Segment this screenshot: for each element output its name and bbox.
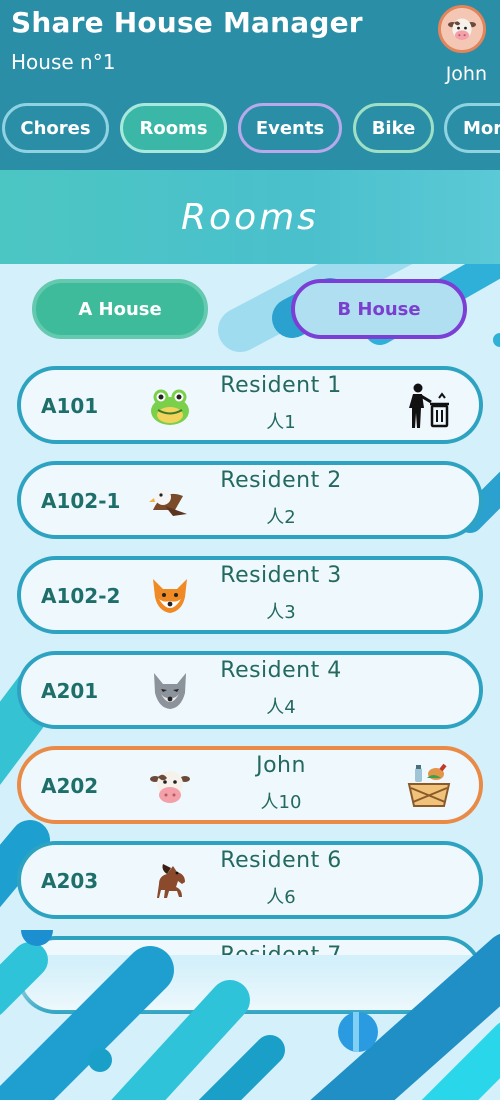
tab-bike[interactable]: Bike	[353, 103, 434, 153]
resident-count: 人3	[266, 602, 296, 623]
room-card[interactable]: A201 Resident 4 人4	[17, 651, 483, 729]
room-number: A102-2	[41, 584, 121, 608]
house-subtitle: House n°1	[11, 50, 116, 74]
grocery-basket-icon	[405, 762, 453, 810]
room-card-current-user[interactable]: A202 John 人10	[17, 746, 483, 824]
resident-name: Resident 4	[220, 658, 342, 683]
resident-count: 人6	[266, 887, 296, 908]
room-card[interactable]: A203 Resident 6 人6	[17, 841, 483, 919]
resident-name: Resident 2	[220, 468, 342, 493]
room-card[interactable]: A101 Resident 1 人1	[17, 366, 483, 444]
tab-label: More	[463, 117, 500, 139]
rooms-heading: Rooms	[181, 196, 319, 238]
resident-count: 人2	[266, 507, 296, 528]
resident-count: 人1	[266, 412, 296, 433]
bottom-decoration	[0, 930, 500, 1100]
resident-name: John	[256, 753, 306, 778]
room-card[interactable]: A102-1 Resident 2 人2	[17, 461, 483, 539]
tab-bar: Chores Rooms Events Bike More	[0, 103, 500, 159]
tab-rooms[interactable]: Rooms	[120, 103, 227, 153]
b-house-button[interactable]: B House	[291, 279, 467, 339]
cow-icon	[441, 8, 483, 50]
resident-count: 人10	[260, 792, 302, 813]
user-name: John	[445, 63, 487, 85]
room-number: A202	[41, 774, 99, 798]
a-house-button[interactable]: A House	[32, 279, 208, 339]
room-number: A201	[41, 679, 99, 703]
room-number: A101	[41, 394, 99, 418]
trash-icon	[405, 382, 453, 430]
tab-chores[interactable]: Chores	[2, 103, 109, 153]
tab-events[interactable]: Events	[238, 103, 342, 153]
tab-label: Events	[255, 117, 325, 139]
tab-more[interactable]: More	[444, 103, 500, 153]
app-header: Share House Manager House n°1 John Chore…	[0, 0, 500, 170]
rooms-banner: Rooms	[0, 170, 500, 264]
room-number: A203	[41, 869, 99, 893]
resident-count: 人4	[266, 697, 296, 718]
resident-name: Resident 6	[220, 848, 342, 873]
tab-label: Bike	[371, 117, 416, 139]
resident-name: Resident 3	[220, 563, 342, 588]
room-number: A102-1	[41, 489, 121, 513]
resident-name: Resident 1	[220, 373, 342, 398]
tab-label: Rooms	[139, 117, 208, 139]
tab-label: Chores	[20, 117, 91, 139]
app-title: Share House Manager	[11, 6, 363, 39]
user-avatar[interactable]	[438, 5, 486, 53]
room-card[interactable]: A102-2 Resident 3 人3	[17, 556, 483, 634]
